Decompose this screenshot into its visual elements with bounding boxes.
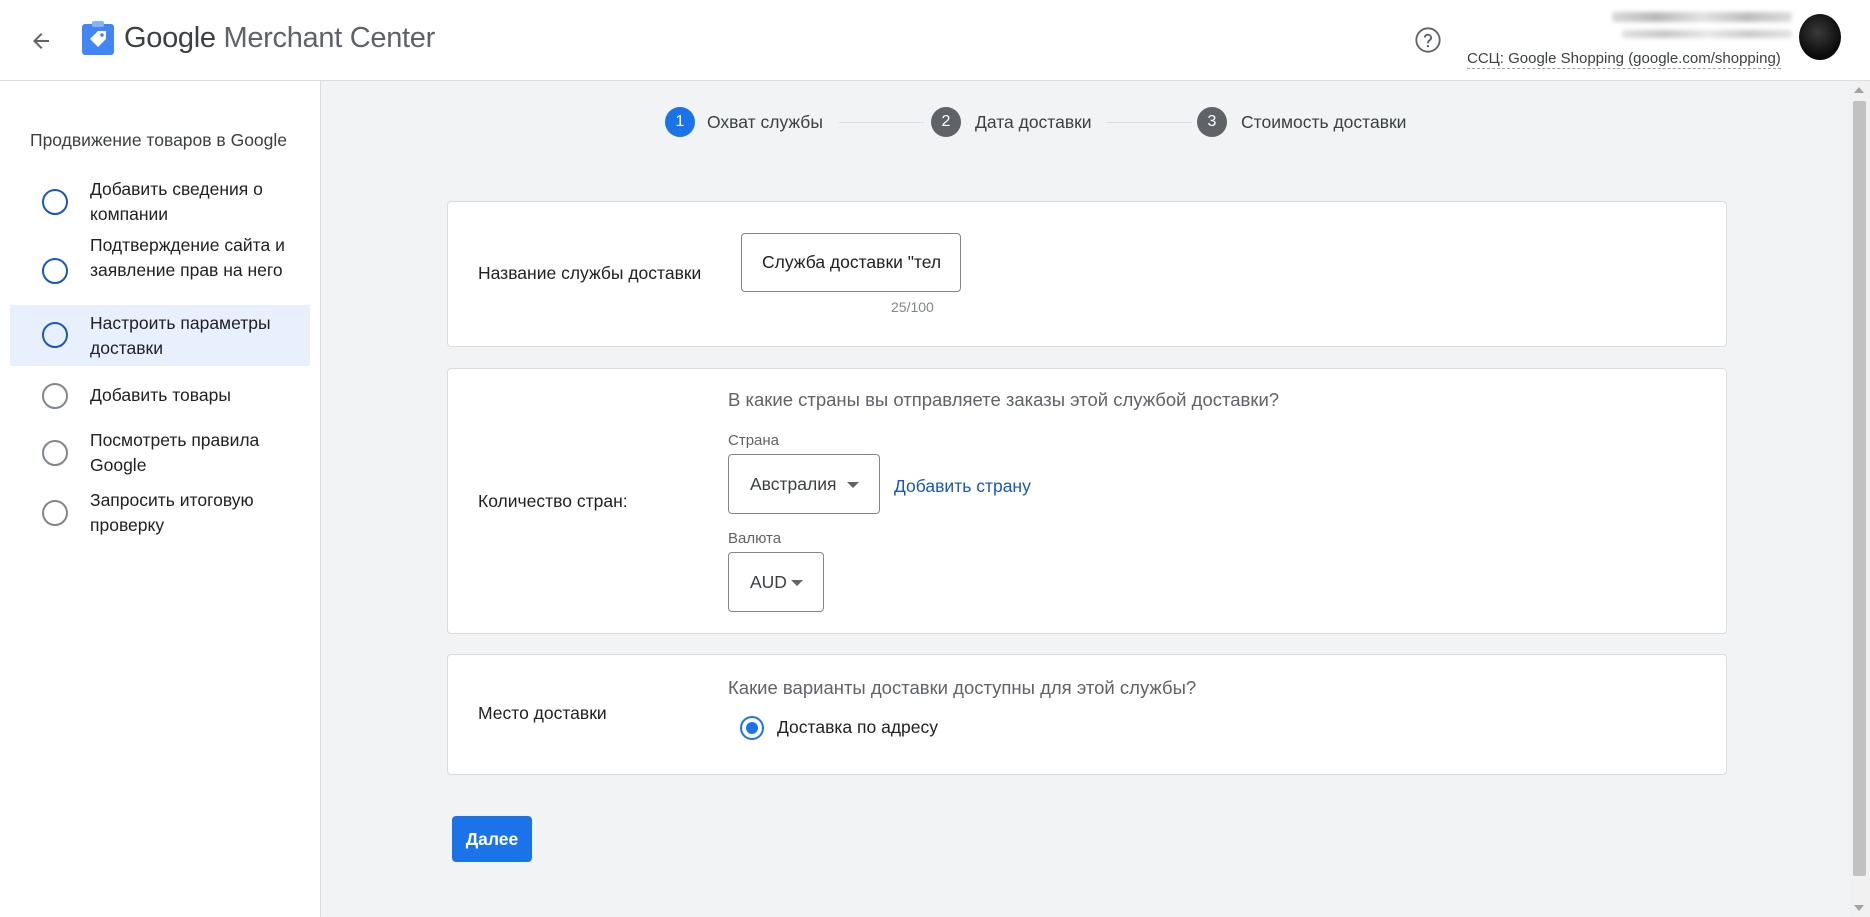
progress-circle-icon [42,189,68,215]
scrollbar-thumb[interactable] [1853,101,1866,876]
sidebar-item-label: Добавить сведения о компании [90,179,263,224]
country-select-value: Австралия [750,473,837,494]
progress-circle-icon [42,322,68,348]
char-counter: 25/100 [891,299,934,315]
next-button[interactable]: Далее [452,816,532,862]
app-title: Google Merchant Center [124,22,435,55]
progress-stepper: 1 Охват службы 2 Дата доставки 3 Стоимос… [321,107,1849,147]
progress-circle-icon [42,258,68,284]
help-circle-icon [1415,27,1441,53]
avatar[interactable] [1799,14,1841,60]
sidebar-item-final-review[interactable]: Запросить итоговую проверку [10,485,310,541]
sidebar-item-google-policies[interactable]: Посмотреть правила Google [10,425,310,481]
countries-label: Количество стран: [478,491,628,511]
step-1-label: Охват службы [707,112,823,132]
step-2-number: 2 [931,107,961,137]
currency-select[interactable]: AUD [728,552,824,612]
help-button[interactable] [1413,25,1443,55]
radio-selected-dot [746,722,758,734]
sidebar-item-shipping[interactable]: Настроить параметры доставки [10,305,310,366]
sidebar-item-business-info[interactable]: Добавить сведения о компании [10,173,310,231]
service-name-card: Название службы доставки 25/100 [447,201,1727,347]
country-select[interactable]: Австралия [728,454,880,514]
address-delivery-radio[interactable] [740,716,764,740]
app-title-product: Merchant Center [223,22,435,54]
empty-circle-icon [42,383,68,409]
empty-circle-icon [42,500,68,526]
stepper-divider [1107,122,1192,123]
sidebar-item-add-products[interactable]: Добавить товары [10,373,310,419]
step-2-label: Дата доставки [975,112,1092,132]
setup-sidebar: Продвижение товаров в Google Добавить св… [0,81,321,917]
account-email-redacted [1622,30,1792,38]
empty-circle-icon [42,440,68,466]
sidebar-item-label: Добавить товары [90,385,231,405]
add-country-link[interactable]: Добавить страну [894,476,1031,497]
scroll-down-icon[interactable] [1854,905,1864,911]
delivery-location-question: Какие варианты доставки доступны для это… [728,677,1197,698]
sidebar-item-label: Посмотреть правила Google [90,430,260,475]
app-title-brand: Google [124,22,216,54]
sidebar-title: Продвижение товаров в Google [30,130,288,150]
sidebar-item-label: Настроить параметры доставки [90,313,271,358]
arrow-back-icon [33,33,49,49]
sidebar-item-label: Подтверждение сайта и заявление прав на … [90,235,285,280]
service-name-label: Название службы доставки [478,263,702,283]
page-scrollbar[interactable] [1849,81,1870,917]
service-name-field[interactable] [741,233,961,292]
merchant-center-logo-icon [82,21,114,55]
step-3-label: Стоимость доставки [1241,112,1407,132]
delivery-location-label: Место доставки [478,703,607,723]
sidebar-item-label: Запросить итоговую проверку [90,490,254,535]
countries-question: В какие страны вы отправляете заказы это… [728,389,1280,410]
sidebar-item-site-verification[interactable]: Подтверждение сайта и заявление прав на … [10,231,310,311]
currency-field-label: Валюта [728,530,782,547]
delivery-location-card: Место доставки Какие варианты доставки д… [447,654,1727,775]
account-switcher[interactable]: CCЦ: Google Shopping (google.com/shoppin… [1467,50,1781,69]
service-name-input[interactable] [762,252,942,273]
step-3-number: 3 [1197,107,1227,137]
dropdown-arrow-icon [847,482,859,488]
main-content: 1 Охват службы 2 Дата доставки 3 Стоимос… [321,81,1849,917]
step-1-number: 1 [665,107,695,137]
currency-select-value: AUD [750,571,787,592]
back-button[interactable] [24,24,58,58]
scroll-up-icon[interactable] [1854,87,1864,93]
countries-card: Количество стран: В какие страны вы отпр… [447,368,1727,634]
account-name-redacted [1612,12,1792,22]
app-header: Google Merchant Center CCЦ: Google Shopp… [0,0,1870,81]
country-field-label: Страна [728,432,780,449]
dropdown-arrow-icon [791,580,803,586]
address-delivery-label[interactable]: Доставка по адресу [777,717,938,738]
stepper-divider [839,122,924,123]
